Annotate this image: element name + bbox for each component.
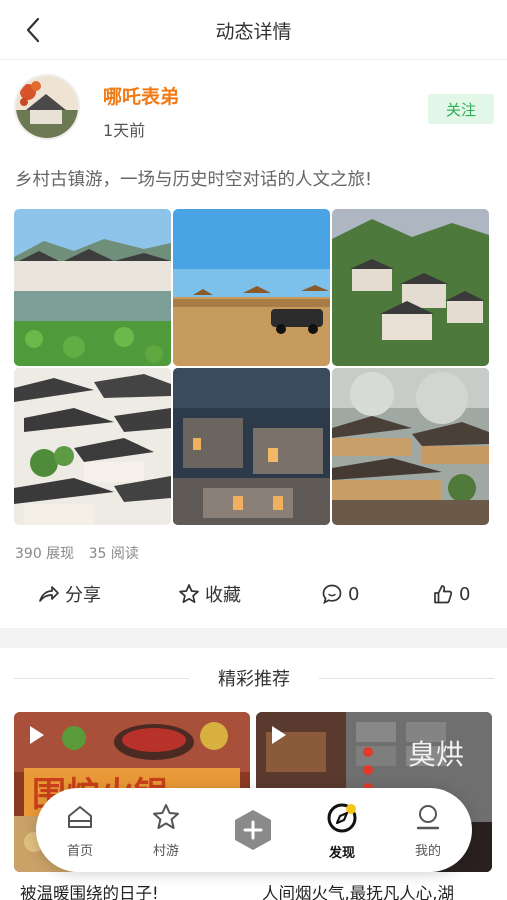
comment-icon bbox=[322, 584, 342, 605]
photo-rooftops[interactable] bbox=[14, 368, 171, 525]
action-bar: 分享 收藏 0 0 bbox=[0, 570, 507, 618]
photo-grid bbox=[14, 209, 489, 525]
play-icon bbox=[30, 726, 44, 744]
post-stats: 390 展现 35 阅读 bbox=[15, 543, 149, 563]
home-icon bbox=[68, 806, 92, 828]
tab-label: 我的 bbox=[414, 844, 441, 859]
top-bar: 动态详情 bbox=[0, 0, 507, 60]
user-icon bbox=[416, 805, 440, 830]
tab-village-tour[interactable]: 村游 bbox=[136, 802, 196, 862]
share-label: 分享 bbox=[65, 585, 101, 606]
bottom-tab-bar: 首页 村游 发现 我的 bbox=[36, 788, 472, 872]
compass-icon bbox=[327, 803, 357, 833]
view-count: 390 展现 bbox=[15, 546, 75, 562]
card-title: 人间烟火气,最抚凡人心,湖 bbox=[262, 884, 454, 900]
avatar[interactable] bbox=[14, 74, 80, 140]
tab-discover[interactable]: 发现 bbox=[312, 802, 372, 862]
recommend-header: 精彩推荐 bbox=[14, 663, 494, 693]
photo-mountain-village[interactable] bbox=[332, 209, 489, 366]
tab-label: 村游 bbox=[152, 844, 179, 859]
collect-button[interactable]: 收藏 bbox=[178, 570, 241, 618]
tab-label: 发现 bbox=[328, 846, 355, 861]
card-title: 被温暖围绕的日子! bbox=[20, 884, 159, 900]
share-button[interactable]: 分享 bbox=[38, 570, 101, 618]
tab-label: 首页 bbox=[66, 844, 93, 859]
author-name[interactable]: 哪吒表弟 bbox=[103, 82, 179, 109]
like-count: 0 bbox=[459, 583, 471, 605]
post-text: 乡村古镇游，一场与历史时空对话的人文之旅! bbox=[15, 170, 373, 190]
divider-line-right bbox=[319, 678, 494, 679]
tab-profile[interactable]: 我的 bbox=[398, 802, 458, 862]
page-title: 动态详情 bbox=[215, 21, 292, 43]
section-divider bbox=[0, 628, 507, 648]
collect-label: 收藏 bbox=[205, 585, 241, 606]
thumbs-up-icon bbox=[434, 585, 453, 604]
tab-publish[interactable] bbox=[232, 808, 274, 852]
plus-icon bbox=[235, 810, 271, 850]
post-time: 1天前 bbox=[103, 121, 146, 140]
star-icon bbox=[179, 584, 199, 604]
photo-night-courtyard[interactable] bbox=[173, 368, 330, 525]
share-icon bbox=[39, 586, 59, 602]
tab-home[interactable]: 首页 bbox=[50, 802, 110, 862]
read-count: 35 阅读 bbox=[88, 546, 139, 562]
star-icon bbox=[153, 804, 179, 829]
like-button[interactable]: 0 bbox=[432, 570, 470, 618]
comment-count: 0 bbox=[348, 583, 360, 605]
photo-misty-village[interactable] bbox=[332, 368, 489, 525]
photo-lake-village[interactable] bbox=[14, 209, 171, 366]
play-icon bbox=[272, 726, 286, 744]
follow-button[interactable]: 关注 bbox=[428, 94, 494, 124]
comment-button[interactable]: 0 bbox=[321, 570, 359, 618]
author-row: 哪吒表弟 1天前 关注 bbox=[14, 72, 494, 144]
card-overlay-text: 臭烘 bbox=[408, 738, 464, 771]
photo-beach[interactable] bbox=[173, 209, 330, 366]
